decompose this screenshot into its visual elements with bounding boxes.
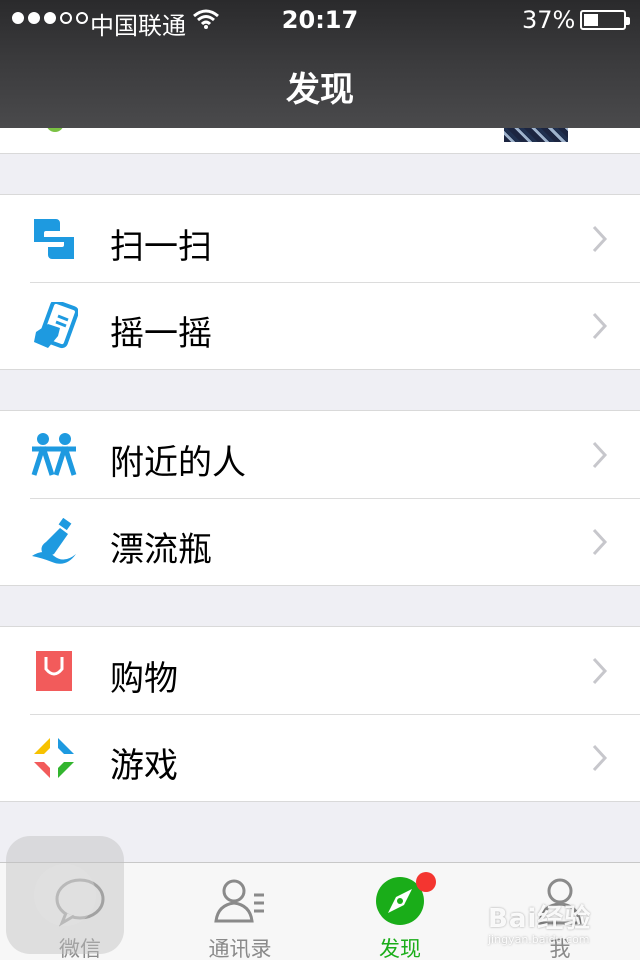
battery-icon: [580, 10, 630, 30]
menu-item-drift-bottle[interactable]: 漂流瓶: [0, 498, 640, 585]
games-icon: [34, 738, 74, 778]
chevron-right-icon: [592, 312, 608, 340]
menu-group-3: 购物 游戏: [0, 626, 640, 802]
scan-icon: [34, 219, 74, 259]
watermark-logo: Bai经验: [488, 904, 592, 934]
notification-badge: [416, 872, 436, 892]
chevron-right-icon: [592, 441, 608, 469]
watermark: Bai经验 jingyan.baidu.com: [488, 898, 612, 948]
menu-item-label: 漂流瓶: [110, 530, 212, 570]
chevron-right-icon: [592, 225, 608, 253]
chevron-right-icon: [592, 744, 608, 772]
menu-group-1: 扫一扫 摇一摇: [0, 194, 640, 370]
menu-item-games[interactable]: 游戏: [0, 714, 640, 801]
page-title: 发现: [286, 70, 354, 110]
tab-label: 通讯录: [208, 937, 272, 960]
chevron-right-icon: [592, 657, 608, 685]
moments-row-partial[interactable]: [0, 122, 640, 154]
menu-item-people-nearby[interactable]: 附近的人: [0, 411, 640, 498]
watermark-url: jingyan.baidu.com: [488, 933, 590, 946]
menu-item-label: 扫一扫: [110, 227, 212, 267]
menu-item-scan[interactable]: 扫一扫: [0, 195, 640, 282]
menu-group-2: 附近的人 漂流瓶: [0, 410, 640, 586]
moments-thumbnail: [504, 128, 568, 142]
menu-item-label: 游戏: [110, 746, 178, 786]
top-bar: 中国联通 20:17 37% 发现: [0, 0, 640, 128]
chevron-right-icon: [592, 528, 608, 556]
contacts-icon: [214, 879, 264, 923]
menu-item-shake[interactable]: 摇一摇: [0, 282, 640, 369]
menu-item-label: 购物: [110, 659, 178, 699]
assistive-touch-button[interactable]: [6, 836, 124, 954]
battery-percent: 37%: [522, 6, 576, 34]
shake-phone-icon: [34, 302, 78, 349]
people-nearby-icon: [31, 433, 77, 476]
status-bar: 中国联通 20:17 37%: [0, 0, 640, 40]
drift-bottle-icon: [32, 518, 76, 564]
tab-contacts[interactable]: 通讯录: [160, 863, 320, 960]
menu-item-shopping[interactable]: 购物: [0, 627, 640, 714]
menu-item-label: 附近的人: [110, 443, 246, 483]
tab-label: 发现: [379, 937, 421, 960]
shopping-bag-icon: [36, 651, 72, 691]
menu-item-label: 摇一摇: [110, 314, 212, 354]
tab-discover[interactable]: 发现: [320, 863, 480, 960]
